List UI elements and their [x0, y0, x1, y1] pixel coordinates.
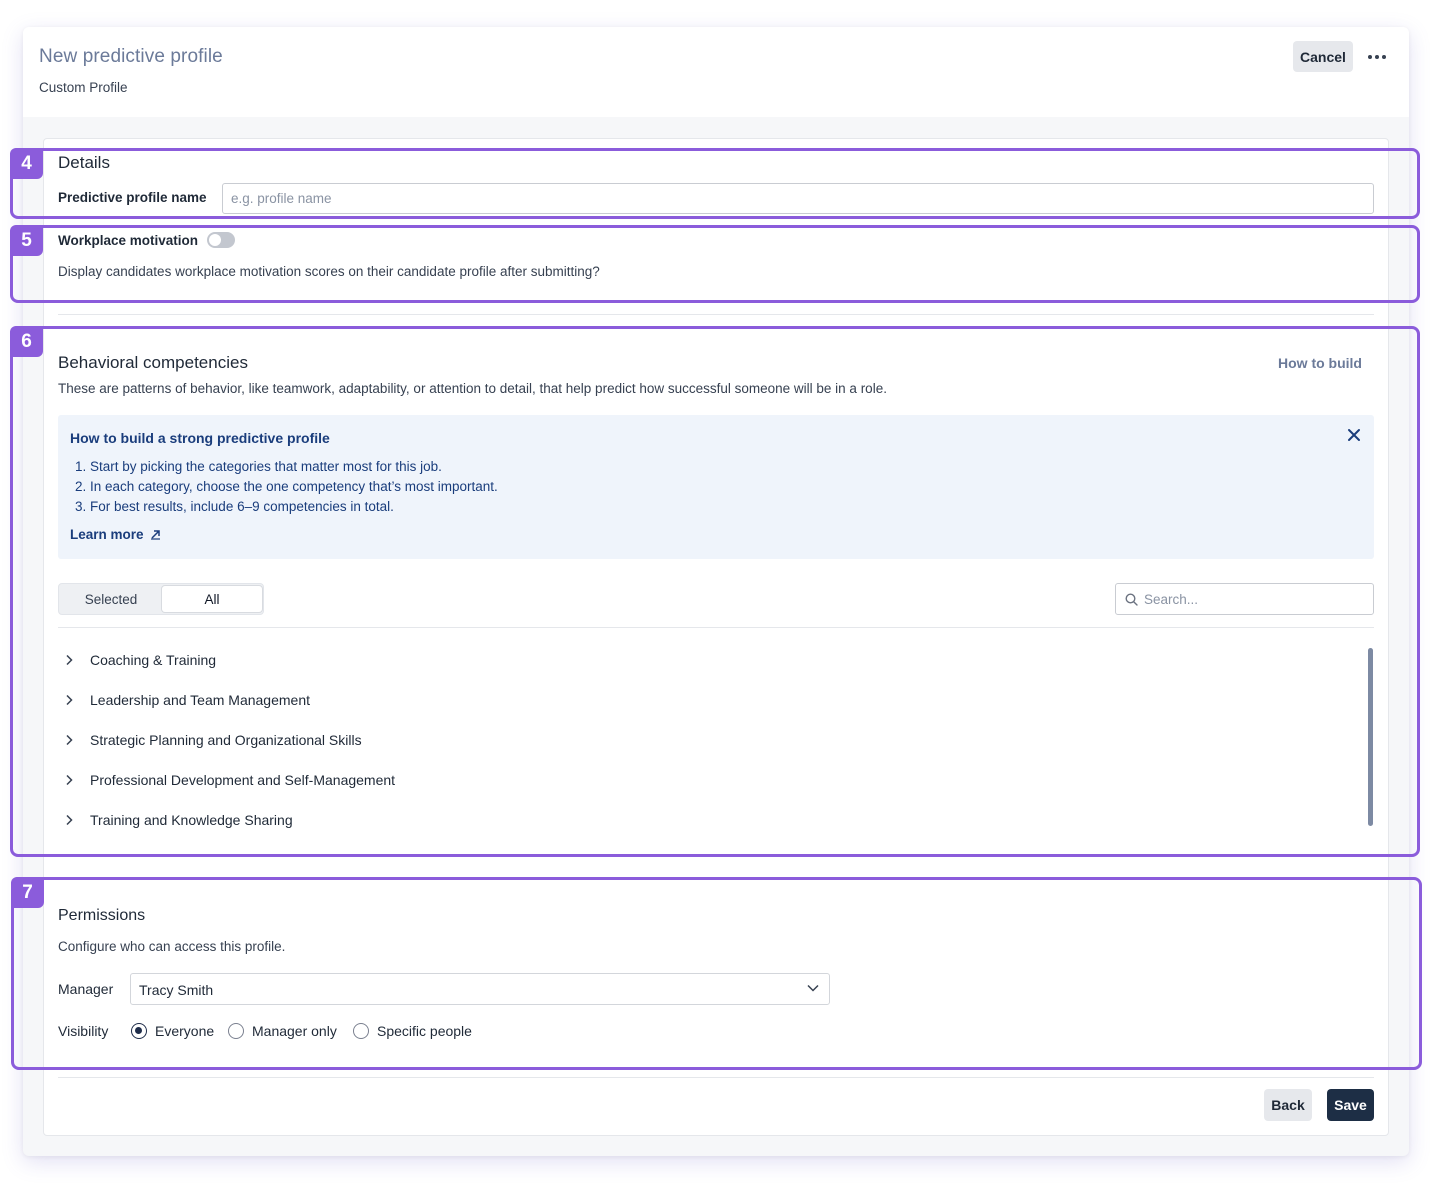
info-step: 2. In each category, choose the one comp… — [75, 479, 498, 494]
annotation-badge: 7 — [11, 877, 44, 908]
annotation-badge: 6 — [10, 326, 43, 357]
tab-selected[interactable]: Selected — [61, 586, 161, 612]
competency-search — [1115, 583, 1374, 615]
learn-more-label: Learn more — [70, 527, 144, 542]
cancel-button[interactable]: Cancel — [1293, 41, 1353, 72]
divider — [58, 314, 1374, 315]
radio-dot — [353, 1023, 369, 1039]
category-row[interactable]: Training and Knowledge Sharing — [58, 805, 1348, 835]
tab-all[interactable]: All — [162, 586, 262, 612]
manager-select[interactable]: Tracy Smith — [130, 973, 830, 1005]
chevron-down-icon — [807, 984, 819, 992]
page-subtitle: Custom Profile — [39, 80, 128, 95]
category-label: Professional Development and Self-Manage… — [90, 772, 396, 788]
close-icon[interactable] — [1346, 427, 1362, 443]
chevron-right-icon — [58, 694, 90, 706]
chevron-right-icon — [58, 814, 90, 826]
visibility-manager-only-radio[interactable]: Manager only — [228, 1023, 337, 1039]
save-button[interactable]: Save — [1327, 1089, 1374, 1121]
chevron-right-icon — [58, 734, 90, 746]
search-icon — [1125, 593, 1138, 606]
annotation-badge: 5 — [10, 225, 43, 256]
visibility-everyone-radio[interactable]: Everyone — [131, 1023, 214, 1039]
visibility-label: Visibility — [58, 1023, 109, 1039]
workplace-motivation-description: Display candidates workplace motivation … — [58, 264, 600, 279]
how-to-build-link[interactable]: How to build — [1278, 355, 1362, 371]
search-input[interactable] — [1144, 584, 1368, 614]
manager-select-value: Tracy Smith — [139, 982, 214, 998]
more-horizontal-icon[interactable] — [1365, 41, 1389, 72]
competencies-title: Behavioral competencies — [58, 353, 248, 372]
category-label: Strategic Planning and Organizational Sk… — [90, 732, 362, 748]
page: New predictive profile Custom Profile Ca… — [0, 0, 1441, 1200]
info-step: 3. For best results, include 6–9 compete… — [75, 499, 394, 514]
radio-label: Manager only — [252, 1023, 337, 1039]
info-steps: 1. Start by picking the categories that … — [75, 457, 498, 517]
radio-dot — [131, 1023, 147, 1039]
permissions-title: Permissions — [58, 907, 146, 924]
toggle-knob — [209, 234, 221, 246]
profile-name-label: Predictive profile name — [58, 190, 207, 205]
visibility-specific-people-radio[interactable]: Specific people — [353, 1023, 472, 1039]
category-label: Leadership and Team Management — [90, 692, 311, 708]
category-list-scrollbar[interactable] — [1368, 648, 1373, 826]
chevron-right-icon — [58, 654, 90, 666]
info-step: 1. Start by picking the categories that … — [75, 459, 442, 474]
permissions-description: Configure who can access this profile. — [58, 939, 286, 954]
competencies-description: These are patterns of behavior, like tea… — [58, 381, 887, 396]
learn-more-link[interactable]: Learn more — [70, 527, 161, 542]
how-to-build-info-box: How to build a strong predictive profile… — [58, 415, 1374, 559]
page-header: New predictive profile Custom Profile Ca… — [23, 27, 1409, 117]
radio-dot — [228, 1023, 244, 1039]
profile-name-input[interactable] — [222, 183, 1374, 214]
workplace-motivation-toggle[interactable] — [207, 232, 235, 248]
category-row[interactable]: Leadership and Team Management — [58, 685, 1348, 715]
details-title: Details — [58, 153, 110, 172]
category-label: Coaching & Training — [90, 652, 217, 668]
info-title: How to build a strong predictive profile — [70, 430, 330, 446]
competency-filter-tabs: Selected All — [58, 583, 264, 615]
page-title: New predictive profile — [39, 46, 223, 67]
radio-label: Everyone — [155, 1023, 215, 1039]
chevron-right-icon — [58, 774, 90, 786]
manager-label: Manager — [58, 981, 114, 997]
divider — [58, 1077, 1374, 1078]
radio-label: Specific people — [377, 1023, 472, 1039]
category-row[interactable]: Strategic Planning and Organizational Sk… — [58, 725, 1348, 755]
annotation-badge: 4 — [10, 148, 43, 179]
back-button[interactable]: Back — [1264, 1089, 1312, 1121]
divider — [58, 627, 1374, 628]
external-link-icon — [150, 530, 160, 540]
category-row[interactable]: Professional Development and Self-Manage… — [58, 765, 1348, 795]
category-label: Training and Knowledge Sharing — [90, 812, 293, 828]
category-row[interactable]: Coaching & Training — [58, 645, 1348, 675]
workplace-motivation-label: Workplace motivation — [58, 233, 199, 248]
